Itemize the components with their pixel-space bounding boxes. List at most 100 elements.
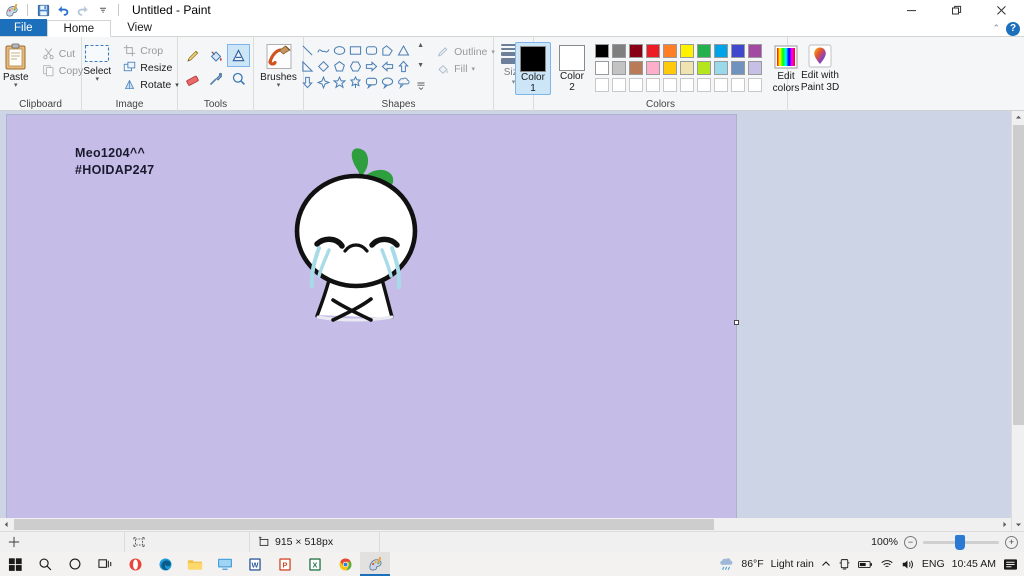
palette-swatch-1-5[interactable] xyxy=(661,42,678,59)
shape-down-arrow[interactable] xyxy=(299,74,315,90)
palette-swatch-2-10[interactable] xyxy=(746,59,763,76)
edit-with-paint3d-button[interactable]: Edit with Paint 3D xyxy=(791,41,849,93)
shape-right-arrow[interactable] xyxy=(363,58,379,74)
palette-swatch-2-7[interactable] xyxy=(695,59,712,76)
shape-up-arrow[interactable] xyxy=(395,58,411,74)
shape-diamond[interactable] xyxy=(315,58,331,74)
palette-swatch-2-2[interactable] xyxy=(610,59,627,76)
monitor-icon[interactable] xyxy=(210,552,240,576)
shape-four-point-star[interactable] xyxy=(315,74,331,90)
shape-hexagon[interactable] xyxy=(347,58,363,74)
horizontal-scroll-thumb[interactable] xyxy=(14,519,714,530)
fill-button[interactable]: Fill ▾ xyxy=(433,60,498,77)
palette-swatch-1-1[interactable] xyxy=(593,42,610,59)
palette-swatch-2-8[interactable] xyxy=(712,59,729,76)
customize-qat-caret[interactable]: customize-caret xyxy=(95,2,111,18)
redo-icon[interactable] xyxy=(75,2,91,18)
tray-expand-chevron[interactable] xyxy=(821,559,831,569)
zoom-slider-thumb[interactable] xyxy=(955,535,965,550)
shape-triangle[interactable] xyxy=(395,42,411,58)
shapes-scroll-down-icon[interactable]: ▼ xyxy=(417,62,424,70)
palette-swatch-1-3[interactable] xyxy=(627,42,644,59)
volume-icon[interactable] xyxy=(901,558,915,571)
scroll-left-button[interactable] xyxy=(0,518,13,531)
shape-oval-callout[interactable] xyxy=(379,74,395,90)
palette-swatch-2-9[interactable] xyxy=(729,59,746,76)
paint-taskbar-icon[interactable] xyxy=(360,552,390,576)
palette-swatch-1-4[interactable] xyxy=(644,42,661,59)
palette-swatch-3-6[interactable] xyxy=(678,76,695,93)
wifi-icon[interactable] xyxy=(880,558,894,570)
restore-button[interactable] xyxy=(934,0,979,20)
action-center-icon[interactable] xyxy=(1003,558,1018,571)
task-view-icon[interactable] xyxy=(90,552,120,576)
onedrive-icon[interactable] xyxy=(838,558,851,571)
palette-swatch-3-5[interactable] xyxy=(661,76,678,93)
shape-five-point-star[interactable] xyxy=(331,74,347,90)
tool-fill-with-color[interactable] xyxy=(204,44,227,67)
color1-button[interactable]: Color 1 xyxy=(515,42,551,95)
shape-oval[interactable] xyxy=(331,42,347,58)
clock-time[interactable]: 10:45 AM xyxy=(952,558,996,570)
shapes-scroll-up-icon[interactable]: ▲ xyxy=(417,42,424,50)
shape-curve[interactable] xyxy=(315,42,331,58)
battery-icon[interactable] xyxy=(858,559,873,570)
palette-swatch-1-8[interactable] xyxy=(712,42,729,59)
opera-icon[interactable] xyxy=(120,552,150,576)
collapse-ribbon-icon[interactable]: ⌃ xyxy=(992,23,1000,34)
vertical-scroll-thumb[interactable] xyxy=(1013,125,1024,425)
palette-swatch-3-2[interactable] xyxy=(610,76,627,93)
save-icon[interactable] xyxy=(35,2,51,18)
zoom-in-button[interactable]: + xyxy=(1005,536,1018,549)
tool-pencil[interactable] xyxy=(181,44,204,67)
tool-color-picker[interactable] xyxy=(204,67,227,90)
tab-view[interactable]: View xyxy=(111,19,168,36)
cortana-icon[interactable] xyxy=(60,552,90,576)
palette-swatch-1-6[interactable] xyxy=(678,42,695,59)
paste-button[interactable]: Paste ▾ xyxy=(0,41,37,89)
help-button[interactable]: ? xyxy=(1006,22,1020,36)
search-icon[interactable] xyxy=(30,552,60,576)
palette-swatch-3-7[interactable] xyxy=(695,76,712,93)
shape-rectangle[interactable] xyxy=(347,42,363,58)
resize-button[interactable]: Resize xyxy=(120,59,181,76)
shapes-expand-icon[interactable] xyxy=(417,82,425,90)
undo-icon[interactable] xyxy=(55,2,71,18)
scroll-down-button[interactable] xyxy=(1012,518,1024,531)
zoom-out-button[interactable]: − xyxy=(904,536,917,549)
tool-eraser[interactable] xyxy=(181,67,204,90)
minimize-button[interactable] xyxy=(889,0,934,20)
palette-swatch-1-7[interactable] xyxy=(695,42,712,59)
color2-button[interactable]: Color 2 xyxy=(554,42,590,93)
palette-swatch-2-4[interactable] xyxy=(644,59,661,76)
horizontal-scrollbar[interactable] xyxy=(0,518,1011,531)
weather-icon[interactable] xyxy=(719,557,734,572)
rotate-button[interactable]: Rotate ▾ xyxy=(120,76,181,93)
shape-rounded-rectangle[interactable] xyxy=(363,42,379,58)
file-explorer-icon[interactable] xyxy=(180,552,210,576)
edge-icon[interactable] xyxy=(150,552,180,576)
shape-line[interactable] xyxy=(299,42,315,58)
outline-button[interactable]: Outline ▾ xyxy=(433,43,498,60)
shape-pentagon[interactable] xyxy=(331,58,347,74)
tab-home[interactable]: Home xyxy=(47,20,112,37)
scroll-up-button[interactable] xyxy=(1012,111,1024,124)
palette-swatch-2-1[interactable] xyxy=(593,59,610,76)
close-button[interactable] xyxy=(979,0,1024,20)
shape-rounded-rect-callout[interactable] xyxy=(363,74,379,90)
canvas-resize-handle-right[interactable] xyxy=(734,320,739,325)
palette-swatch-1-2[interactable] xyxy=(610,42,627,59)
select-button[interactable]: Select ▾ xyxy=(77,41,117,83)
tool-magnifier[interactable] xyxy=(227,67,250,90)
language-indicator[interactable]: ENG xyxy=(922,558,945,570)
vertical-scrollbar[interactable] xyxy=(1011,111,1024,531)
palette-swatch-2-6[interactable] xyxy=(678,59,695,76)
palette-swatch-3-4[interactable] xyxy=(644,76,661,93)
drawing-canvas[interactable]: Meo1204^^ #HOIDAP247 xyxy=(6,114,737,529)
tab-file[interactable]: File xyxy=(0,19,47,36)
palette-swatch-1-9[interactable] xyxy=(729,42,746,59)
shape-polygon[interactable] xyxy=(379,42,395,58)
zoom-slider-track[interactable] xyxy=(923,541,999,544)
palette-swatch-3-3[interactable] xyxy=(627,76,644,93)
palette-swatch-2-5[interactable] xyxy=(661,59,678,76)
